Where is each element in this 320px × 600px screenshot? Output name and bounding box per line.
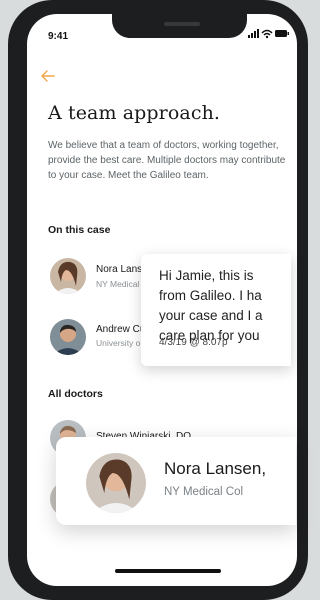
message-timestamp: 4/3/19 @ 8:07p <box>159 337 228 348</box>
intro-text: We believe that a team of doctors, worki… <box>48 140 286 181</box>
chat-message-bubble: Hi Jamie, this is from Galileo. I ha you… <box>141 254 291 366</box>
doctor-name: Nora Lanse <box>96 264 148 275</box>
doctor-institution: University o <box>96 338 141 348</box>
profile-institution: NY Medical Col <box>164 486 244 498</box>
back-arrow-icon[interactable] <box>40 69 56 83</box>
avatar <box>50 258 86 294</box>
profile-name: Nora Lansen, <box>164 459 267 478</box>
avatar <box>50 319 86 355</box>
doctor-name: Andrew Cu <box>96 324 146 335</box>
doctor-profile-card[interactable]: Nora Lansen, NY Medical Col <box>56 437 296 525</box>
message-text: Hi Jamie, this is from Galileo. I ha you… <box>159 268 263 343</box>
wifi-icon <box>261 29 273 39</box>
phone-notch <box>112 14 247 38</box>
section-all-doctors: All doctors <box>48 388 103 400</box>
avatar <box>86 453 146 513</box>
status-time: 9:41 <box>48 31 69 42</box>
doctor-photo <box>50 258 86 294</box>
doctor-photo <box>50 319 86 355</box>
doctor-photo <box>86 453 146 513</box>
signal-icon <box>248 29 259 38</box>
speaker-grille <box>164 22 200 26</box>
section-on-this-case: On this case <box>48 224 111 236</box>
doctor-institution: NY Medical <box>96 279 140 289</box>
home-indicator <box>115 569 221 573</box>
status-icons <box>248 29 289 39</box>
battery-icon <box>275 30 289 37</box>
page-title: A team approach. <box>48 102 221 124</box>
